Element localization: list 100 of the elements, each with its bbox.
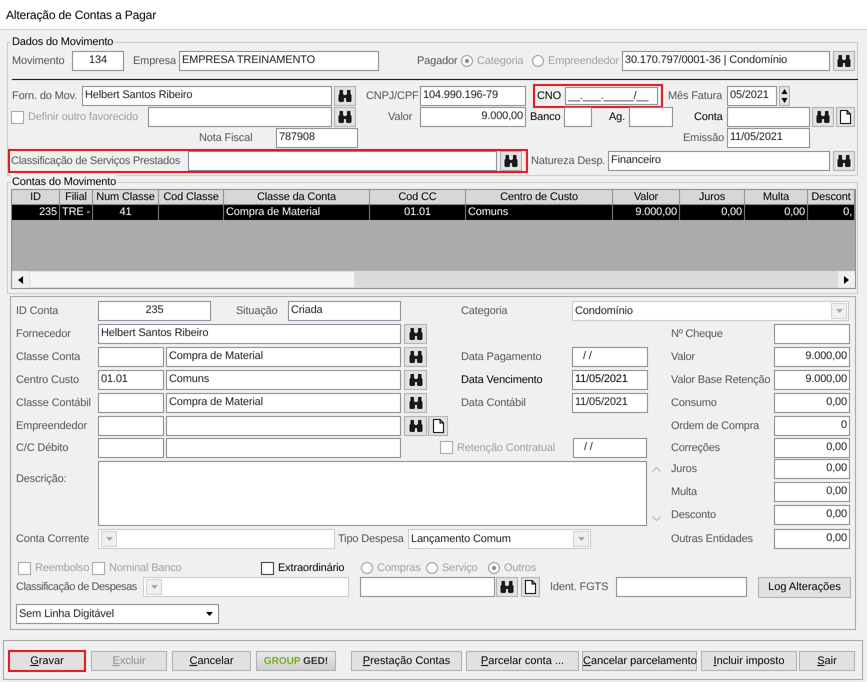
new-document-button[interactable] bbox=[521, 577, 540, 597]
text-field[interactable]: Compra de Material bbox=[166, 392, 401, 412]
text-field[interactable] bbox=[616, 577, 747, 597]
column-header[interactable]: Descont bbox=[808, 190, 855, 205]
new-document-button[interactable] bbox=[836, 107, 855, 127]
lookup-button[interactable] bbox=[404, 324, 427, 344]
text-field[interactable]: 05/2021 bbox=[727, 86, 777, 106]
text-area[interactable] bbox=[98, 461, 647, 526]
column-header[interactable]: ID bbox=[12, 190, 60, 205]
text-field[interactable]: Comuns bbox=[166, 370, 401, 390]
text-field[interactable]: 0,00 bbox=[774, 528, 850, 548]
text-field[interactable] bbox=[360, 577, 495, 597]
text-field[interactable]: 0,00 bbox=[774, 392, 850, 412]
binoculars-icon bbox=[408, 328, 422, 340]
text-field[interactable]: 11/05/2021 bbox=[572, 392, 648, 412]
text-field[interactable]: / / bbox=[572, 346, 648, 366]
table-row[interactable]: 235 TRE - 41 Compra de Material 01.01 Comuns 9.000,00 0,00 0,00 0, bbox=[12, 205, 855, 220]
text-field[interactable] bbox=[564, 107, 592, 127]
field-label: Conta Corrente bbox=[16, 532, 90, 544]
lookup-button[interactable] bbox=[404, 416, 427, 436]
column-header[interactable]: Cod Classe bbox=[159, 190, 224, 205]
text-field[interactable]: 134 bbox=[72, 51, 124, 71]
text-field[interactable] bbox=[98, 438, 164, 458]
text-field[interactable]: 0 bbox=[774, 416, 850, 436]
table-cell: 01.01 bbox=[370, 205, 466, 220]
text-field[interactable]: 787908 bbox=[276, 128, 358, 148]
accounting-button[interactable]: Prestação Contas bbox=[351, 651, 462, 671]
text-field[interactable]: 0,00 bbox=[774, 505, 850, 525]
cancel-button[interactable]: Cancelar bbox=[172, 651, 251, 671]
text-field[interactable]: Financeiro bbox=[608, 151, 830, 171]
text-field[interactable] bbox=[148, 107, 332, 127]
text-field[interactable] bbox=[166, 416, 401, 436]
dropdown[interactable]: Sem Linha Digitável bbox=[16, 604, 219, 624]
text-field[interactable]: Criada bbox=[288, 300, 401, 320]
field-label: Emissão bbox=[683, 132, 726, 144]
text-field[interactable]: Compra de Material bbox=[166, 346, 401, 366]
text-field[interactable]: 11/05/2021 bbox=[727, 128, 810, 148]
lookup-button[interactable] bbox=[334, 107, 356, 127]
text-field[interactable] bbox=[188, 151, 497, 171]
lookup-button[interactable] bbox=[404, 392, 427, 412]
checkbox[interactable] bbox=[261, 562, 274, 574]
field-label: Mês Fatura bbox=[668, 90, 724, 102]
text-field[interactable]: Helbert Santos Ribeiro bbox=[82, 86, 332, 106]
log-button[interactable]: Log Alterações bbox=[758, 576, 851, 598]
logo-button[interactable]: GROUP GED! bbox=[256, 651, 336, 671]
column-header[interactable]: Centro de Custo bbox=[466, 190, 613, 205]
text-field[interactable]: 104.990.196-79 bbox=[420, 86, 526, 106]
lookup-button[interactable] bbox=[500, 151, 522, 171]
exit-button[interactable]: Sair bbox=[799, 651, 855, 671]
installments-button[interactable]: Parcelar conta ... bbox=[466, 651, 579, 671]
column-header[interactable]: Multa bbox=[745, 190, 808, 205]
text-field[interactable]: 0,00 bbox=[774, 482, 850, 502]
binoculars-icon bbox=[500, 581, 514, 593]
text-field[interactable]: 11/05/2021 bbox=[572, 370, 648, 390]
text-field[interactable]: 30.170.797/0001-36 | Condomínio bbox=[622, 51, 830, 71]
column-header[interactable]: Classe da Conta bbox=[224, 190, 370, 205]
text-field[interactable]: 0,00 bbox=[774, 438, 850, 458]
text-field[interactable]: 9.000,00 bbox=[774, 370, 850, 390]
lookup-button[interactable] bbox=[833, 51, 855, 71]
text-field[interactable] bbox=[98, 392, 164, 412]
lookup-button[interactable] bbox=[833, 151, 855, 171]
scroll-left-button[interactable] bbox=[12, 271, 29, 288]
text-field[interactable]: 01.01 bbox=[98, 370, 164, 390]
field-label: Correções bbox=[671, 442, 721, 454]
scroll-right-button[interactable] bbox=[838, 271, 855, 288]
lookup-button[interactable] bbox=[334, 86, 356, 106]
cancel-installments-button[interactable]: Cancelar parcelamento bbox=[582, 651, 697, 671]
field-label: Classe Conta bbox=[16, 350, 82, 362]
text-field[interactable] bbox=[727, 107, 810, 127]
text-field[interactable]: 0,00 bbox=[774, 459, 850, 479]
scrollbar-thumb[interactable] bbox=[29, 271, 355, 288]
text-field[interactable]: 9.000,00 bbox=[774, 346, 850, 366]
column-header[interactable]: Num Classe bbox=[93, 190, 159, 205]
text-field[interactable] bbox=[166, 438, 401, 458]
text-field[interactable]: 235 bbox=[98, 300, 211, 320]
radio-label: Serviço bbox=[442, 562, 479, 574]
checkbox-label: Nominal Banco bbox=[109, 562, 183, 574]
table-cell: 0,00 bbox=[745, 205, 808, 220]
horizontal-scrollbar[interactable] bbox=[12, 271, 855, 288]
text-field[interactable] bbox=[98, 416, 164, 436]
lookup-button[interactable] bbox=[496, 577, 518, 597]
column-header[interactable]: Valor bbox=[613, 190, 680, 205]
text-field[interactable]: 9.000,00 bbox=[420, 107, 526, 127]
field-label: Centro Custo bbox=[16, 374, 80, 386]
column-header[interactable]: Filial bbox=[60, 190, 93, 205]
text-field[interactable] bbox=[98, 346, 164, 366]
text-field[interactable]: __.___._____/__ bbox=[565, 87, 658, 105]
text-field[interactable]: EMPRESA TREINAMENTO bbox=[179, 51, 379, 71]
column-header[interactable]: Cod CC bbox=[370, 190, 466, 205]
add-tax-button[interactable]: Incluir imposto bbox=[701, 651, 797, 671]
text-field[interactable]: Helbert Santos Ribeiro bbox=[98, 324, 401, 344]
text-field[interactable] bbox=[774, 324, 850, 344]
column-header[interactable]: Juros bbox=[680, 190, 745, 205]
lookup-button[interactable] bbox=[812, 107, 834, 127]
lookup-button[interactable] bbox=[404, 346, 427, 366]
new-document-button[interactable] bbox=[428, 416, 448, 436]
lookup-button[interactable] bbox=[404, 370, 427, 390]
save-button[interactable]: Gravar bbox=[8, 650, 86, 672]
field-label: Outras Entidades bbox=[671, 532, 754, 544]
text-field[interactable] bbox=[629, 107, 673, 127]
